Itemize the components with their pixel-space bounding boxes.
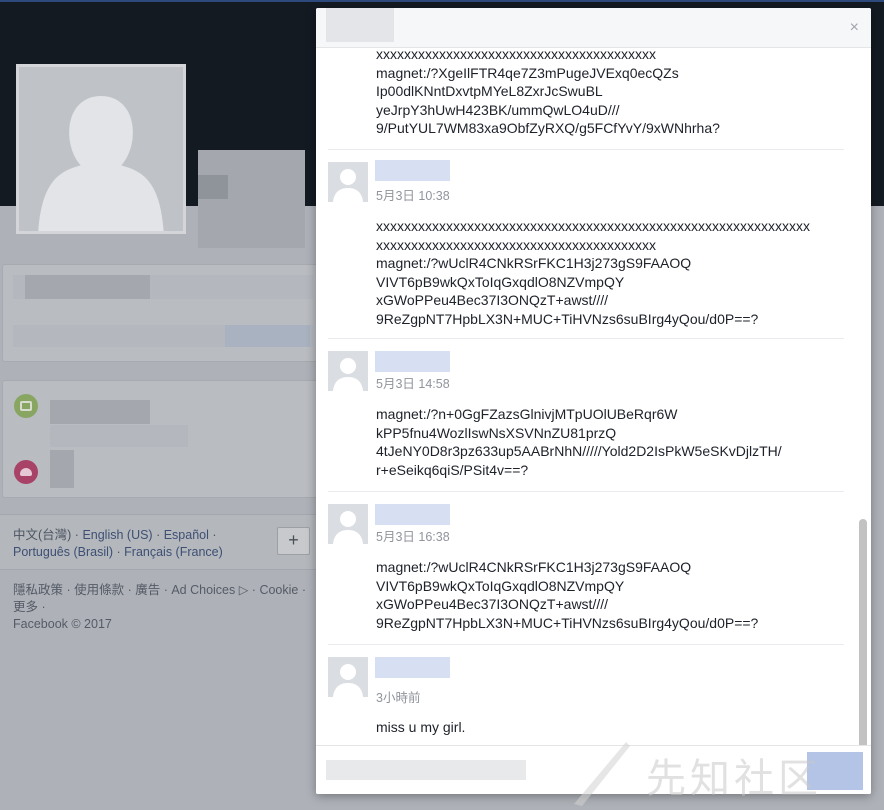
default-avatar-icon [328,351,368,391]
friends-icon [14,460,38,484]
message-body: magnet:/?n+0GgFZazsGlnivjMTpUOlUBeRqr6W … [376,406,782,478]
message-body: xxxxxxxxxxxxxxxxxxxxxxxxxxxxxxxxxxxxxxxx… [376,218,810,327]
default-avatar-icon [328,657,368,697]
reply-input-blur[interactable] [326,760,526,780]
sender-name-blur [375,351,450,372]
language-list: 中文(台灣) · English (US) · Español · Portug… [13,528,223,559]
language-current: 中文(台灣) [13,528,72,542]
language-link[interactable]: English (US) [82,528,152,542]
avatar [328,162,368,202]
language-link[interactable]: Français (France) [124,545,223,559]
message-body: xxxxxxxxxxxxxxxxxxxxxxxxxxxxxxxxxxxxxxxx… [376,49,720,136]
message-body: miss u my girl. [376,719,466,735]
language-link[interactable]: Português (Brasil) [13,545,113,559]
message-time: 5月3日 10:38 [376,189,450,203]
footer-line[interactable]: 隱私政策 · 使用條款 · 廣告 · Ad Choices ▷ · Cookie… [13,582,318,599]
footer-links: 隱私政策 · 使用條款 · 廣告 · Ad Choices ▷ · Cookie… [13,582,318,633]
photos-label-blur [50,400,150,424]
avatar [328,504,368,544]
top-bar-line [0,0,884,2]
dialog-footer [316,745,871,794]
message-item: xxxxxxxxxxxxxxxxxxxxxxxxxxxxxxxxxxxxxxxx… [328,49,844,150]
message-item: 5月3日 16:38 magnet:/?wUclR4CNkRSrFKC1H3j2… [328,492,844,645]
photos-label-blur [50,425,188,447]
send-button[interactable] [807,752,863,790]
message-thread[interactable]: xxxxxxxxxxxxxxxxxxxxxxxxxxxxxxxxxxxxxxxx… [316,49,871,745]
default-avatar-icon [19,67,183,231]
avatar [328,657,368,697]
message-item: 3小時前 miss u my girl. [328,645,844,745]
profile-name-blur [198,175,228,199]
friends-label-blur [50,450,74,488]
avatar [328,351,368,391]
dialog-header: × [316,8,871,48]
profile-name-blur [198,150,305,248]
language-link[interactable]: Español [164,528,209,542]
profile-picture[interactable] [16,64,186,234]
message-item: 5月3日 14:58 magnet:/?n+0GgFZazsGlnivjMTpU… [328,339,844,492]
message-time: 3小時前 [376,691,421,705]
intro-line-blur [25,275,150,299]
dialog-title-blur [326,8,394,42]
sender-name-blur [375,504,450,525]
sender-name-blur [375,160,450,181]
scrollbar[interactable] [859,519,867,745]
intro-link-blur [225,325,310,347]
default-avatar-icon [328,162,368,202]
message-item: 5月3日 10:38 xxxxxxxxxxxxxxxxxxxxxxxxxxxxx… [328,150,844,339]
message-dialog: × xxxxxxxxxxxxxxxxxxxxxxxxxxxxxxxxxxxxxx… [316,8,871,794]
message-body: magnet:/?wUclR4CNkRSrFKC1H3j273gS9FAAOQ … [376,559,759,631]
add-language-button[interactable]: + [277,527,310,555]
photos-icon [14,394,38,418]
footer-copyright: Facebook © 2017 [13,617,112,631]
close-icon[interactable]: × [850,19,859,37]
message-time: 5月3日 14:58 [376,377,450,391]
sender-name-blur [375,657,450,678]
message-time: 5月3日 16:38 [376,530,450,544]
footer-line[interactable]: 更多 · [13,599,318,616]
default-avatar-icon [328,504,368,544]
